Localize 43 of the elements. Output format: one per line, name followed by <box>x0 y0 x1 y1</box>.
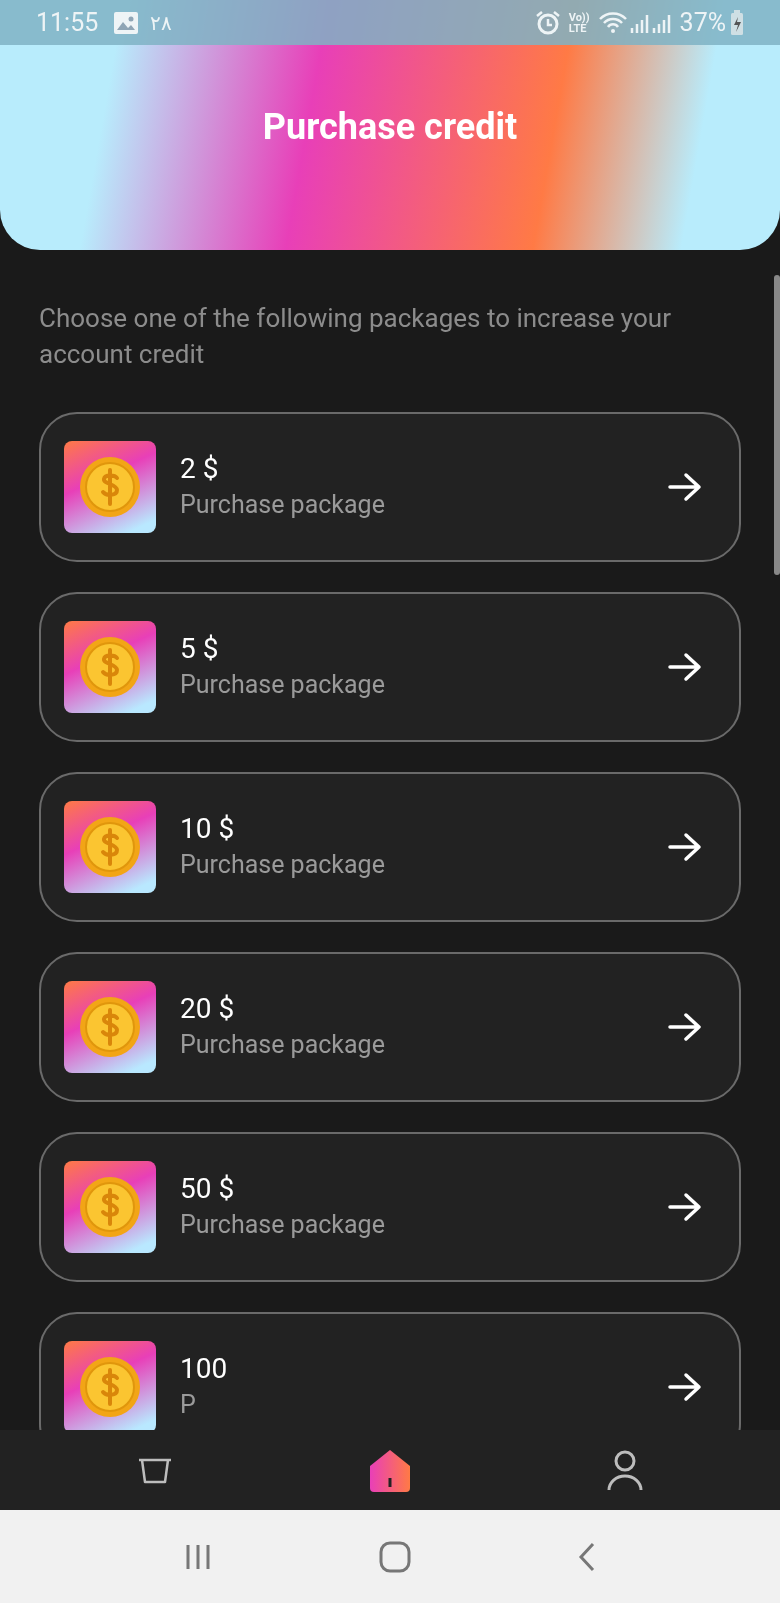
page-title: Purchase credit <box>261 105 519 150</box>
coin-icon <box>64 981 156 1073</box>
package-amount: 20 $ <box>180 991 236 1027</box>
package-card[interactable]: 50 $ Purchase package <box>39 1132 741 1282</box>
arrow-right-icon <box>668 1012 702 1042</box>
coin-icon <box>64 1161 156 1253</box>
package-card[interactable]: 2 $ Purchase package <box>39 412 741 562</box>
package-amount: 10 $ <box>180 811 236 847</box>
alarm-icon <box>534 9 561 36</box>
package-card[interactable]: 20 $ Purchase package <box>39 952 741 1102</box>
coin-icon <box>64 621 156 713</box>
lte-label: LTE <box>568 22 587 34</box>
package-subtitle: Purchase package <box>180 489 386 521</box>
battery-charging-icon <box>730 9 744 36</box>
coin-icon <box>64 441 156 533</box>
package-card[interactable]: 100 P <box>39 1312 741 1430</box>
package-card[interactable]: 5 $ Purchase package <box>39 592 741 742</box>
arrow-right-icon <box>668 652 702 682</box>
battery-percent: 37% <box>679 6 726 39</box>
coin-icon <box>64 1341 156 1430</box>
volte-label: Vo)) <box>568 11 590 23</box>
coin-icon <box>64 801 156 893</box>
image-icon <box>114 11 139 34</box>
arrow-right-icon <box>668 832 702 862</box>
back-icon[interactable] <box>577 1540 597 1573</box>
package-subtitle: Purchase package <box>180 1209 386 1241</box>
package-amount: 2 $ <box>180 451 220 487</box>
wifi-icon <box>597 10 628 35</box>
package-card[interactable]: 10 $ Purchase package <box>39 772 741 922</box>
description-text: Choose one of the following packages to increase your account credit <box>38 302 672 371</box>
status-time: 11:55 <box>36 6 99 39</box>
status-date: ٢٨ <box>150 9 173 37</box>
package-subtitle: P <box>180 1389 197 1421</box>
package-subtitle: Purchase package <box>180 669 386 701</box>
arrow-right-icon <box>668 1192 702 1222</box>
package-subtitle: Purchase package <box>180 849 386 881</box>
arrow-right-icon <box>668 472 702 502</box>
package-amount: 50 $ <box>180 1171 236 1207</box>
arrow-right-icon <box>668 1372 702 1402</box>
package-subtitle: Purchase package <box>180 1029 386 1061</box>
home-button-icon[interactable] <box>379 1540 411 1573</box>
package-amount: 5 $ <box>180 631 220 667</box>
package-amount: 100 <box>180 1351 229 1387</box>
